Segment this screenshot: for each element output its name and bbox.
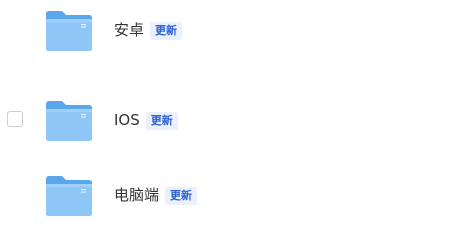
- file-row-android[interactable]: 安卓 更新: [0, 0, 474, 60]
- file-name[interactable]: 安卓 更新: [114, 20, 183, 40]
- update-badge: 更新: [145, 112, 178, 130]
- file-row-ios[interactable]: IOS 更新: [0, 90, 474, 150]
- file-name[interactable]: IOS 更新: [114, 110, 178, 130]
- file-name-text: IOS: [114, 111, 140, 129]
- file-name-text: 安卓: [114, 21, 145, 39]
- row-checkbox[interactable]: [7, 111, 23, 127]
- file-list: 安卓 更新 IOS 更新 电脑端 更新: [0, 0, 474, 239]
- file-row-desktop[interactable]: 电脑端 更新: [0, 165, 474, 225]
- update-badge: 更新: [165, 187, 198, 205]
- folder-icon: [46, 11, 92, 51]
- update-badge: 更新: [150, 22, 183, 40]
- folder-icon: [46, 176, 92, 216]
- file-name[interactable]: 电脑端 更新: [114, 185, 198, 205]
- file-name-text: 电脑端: [114, 186, 160, 204]
- folder-icon: [46, 101, 92, 141]
